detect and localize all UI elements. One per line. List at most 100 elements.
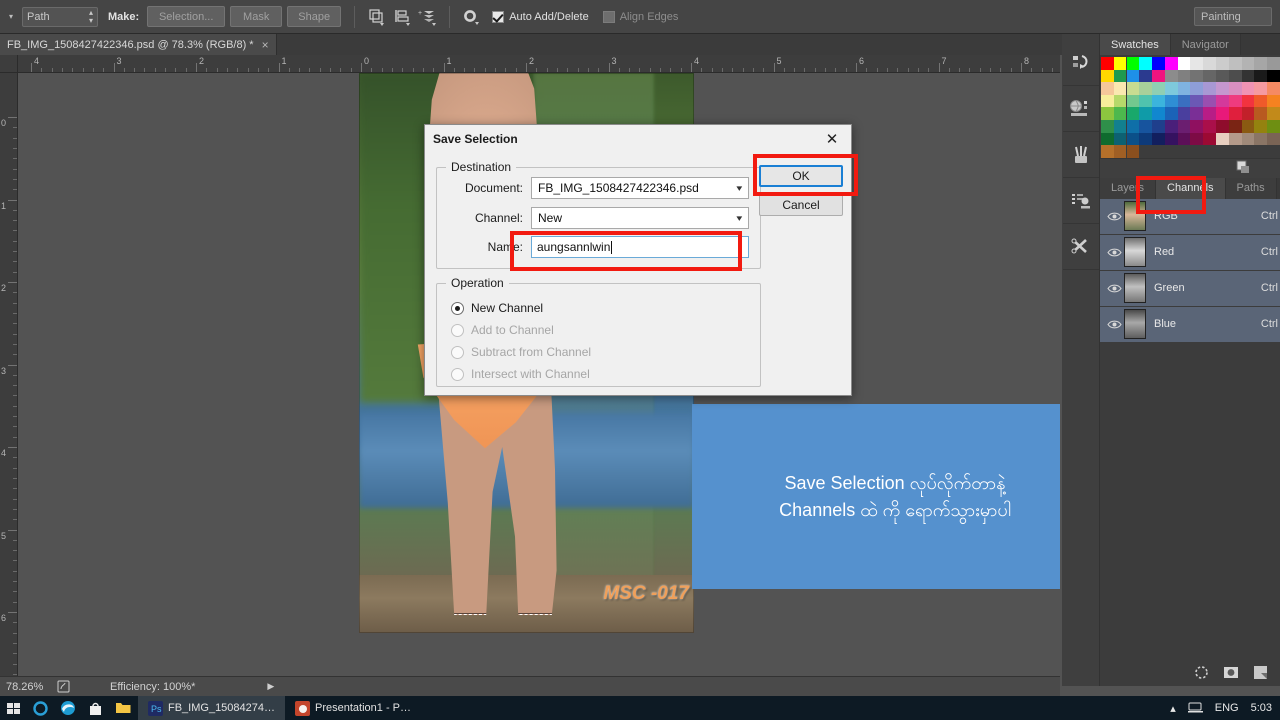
- channel-row[interactable]: RGB Ctrl: [1100, 198, 1280, 235]
- color-swatch[interactable]: [1241, 69, 1255, 83]
- color-swatch[interactable]: [1254, 145, 1268, 158]
- color-swatch[interactable]: [1267, 57, 1280, 70]
- path-alignment-icon[interactable]: [389, 5, 415, 29]
- color-swatch[interactable]: [1152, 107, 1165, 120]
- color-swatch[interactable]: [1101, 107, 1114, 120]
- eye-icon[interactable]: [1104, 283, 1124, 294]
- path-operations-icon[interactable]: [363, 5, 389, 29]
- 3d-icon[interactable]: [1062, 86, 1099, 132]
- path-mode-select[interactable]: Path ▴ ▾: [22, 6, 98, 27]
- color-swatch[interactable]: [1267, 82, 1280, 95]
- color-swatch[interactable]: [1139, 145, 1153, 158]
- store-icon[interactable]: [82, 696, 109, 720]
- color-swatch[interactable]: [1203, 82, 1216, 95]
- color-swatch[interactable]: [1190, 94, 1204, 108]
- new-swatch-icon[interactable]: [1236, 160, 1250, 177]
- color-swatch[interactable]: [1164, 107, 1178, 120]
- tray-chevron-icon[interactable]: ▴: [1170, 702, 1176, 715]
- save-selection-as-channel-icon[interactable]: [1223, 665, 1239, 683]
- color-swatch[interactable]: [1254, 57, 1268, 70]
- color-swatch[interactable]: [1101, 94, 1114, 108]
- close-icon[interactable]: ×: [262, 38, 269, 52]
- color-swatch[interactable]: [1203, 57, 1216, 70]
- color-swatch[interactable]: [1241, 132, 1255, 146]
- network-icon[interactable]: [1187, 701, 1203, 716]
- color-swatch[interactable]: [1152, 82, 1165, 95]
- channel-select[interactable]: New ▾: [531, 207, 749, 229]
- color-swatch[interactable]: [1139, 132, 1153, 146]
- tab-navigator[interactable]: Navigator: [1170, 34, 1241, 55]
- status-expand-icon[interactable]: ▶: [267, 681, 274, 692]
- color-swatch[interactable]: [1190, 132, 1204, 146]
- swatches-grid[interactable]: [1100, 55, 1280, 158]
- path-arrangement-icon[interactable]: +: [415, 5, 441, 29]
- color-swatch[interactable]: [1216, 119, 1229, 133]
- color-swatch[interactable]: [1203, 94, 1216, 108]
- brush-presets-icon[interactable]: [1062, 132, 1099, 178]
- color-swatch[interactable]: [1216, 82, 1229, 95]
- color-swatch[interactable]: [1241, 119, 1255, 133]
- color-swatch[interactable]: [1177, 132, 1191, 146]
- color-swatch[interactable]: [1113, 119, 1127, 133]
- document-tab[interactable]: FB_IMG_1508427422346.psd @ 78.3% (RGB/8)…: [0, 34, 277, 55]
- color-swatch[interactable]: [1190, 119, 1204, 133]
- color-swatch[interactable]: [1267, 107, 1280, 120]
- color-swatch[interactable]: [1216, 94, 1229, 108]
- document-select[interactable]: FB_IMG_1508427422346.psd ▾: [531, 177, 749, 199]
- color-swatch[interactable]: [1203, 145, 1216, 158]
- radio-new-channel[interactable]: New Channel: [451, 301, 591, 315]
- color-swatch[interactable]: [1203, 107, 1216, 120]
- color-swatch[interactable]: [1254, 107, 1268, 120]
- color-swatch[interactable]: [1228, 107, 1242, 120]
- color-swatch[interactable]: [1254, 94, 1268, 108]
- file-explorer-icon[interactable]: [109, 696, 138, 720]
- color-swatch[interactable]: [1228, 132, 1242, 146]
- color-swatch[interactable]: [1228, 57, 1242, 70]
- eye-icon[interactable]: [1104, 247, 1124, 258]
- color-swatch[interactable]: [1152, 94, 1165, 108]
- color-swatch[interactable]: [1177, 107, 1191, 120]
- taskbar-app-powerpoint[interactable]: Presentation1 - P…: [285, 696, 421, 720]
- color-swatch[interactable]: [1113, 69, 1127, 83]
- ok-button[interactable]: OK: [759, 165, 843, 187]
- color-swatch[interactable]: [1177, 94, 1191, 108]
- color-swatch[interactable]: [1139, 119, 1153, 133]
- color-swatch[interactable]: [1241, 107, 1255, 120]
- color-swatch[interactable]: [1216, 145, 1229, 158]
- color-swatch[interactable]: [1152, 145, 1165, 158]
- color-swatch[interactable]: [1254, 69, 1268, 83]
- gear-icon[interactable]: [458, 5, 484, 29]
- color-swatch[interactable]: [1126, 82, 1140, 95]
- color-swatch[interactable]: [1101, 69, 1114, 83]
- color-swatch[interactable]: [1113, 94, 1127, 108]
- close-icon[interactable]: ✕: [819, 132, 845, 147]
- channel-row[interactable]: Red Ctrl: [1100, 234, 1280, 271]
- edge-icon[interactable]: [54, 696, 82, 720]
- make-shape-button[interactable]: Shape: [287, 6, 342, 27]
- color-swatch[interactable]: [1139, 57, 1153, 70]
- color-swatch[interactable]: [1177, 145, 1191, 158]
- make-mask-button[interactable]: Mask: [230, 6, 283, 27]
- color-swatch[interactable]: [1113, 107, 1127, 120]
- color-swatch[interactable]: [1216, 132, 1229, 146]
- color-swatch[interactable]: [1164, 57, 1178, 70]
- align-edges-checkbox[interactable]: Align Edges: [602, 10, 678, 23]
- color-swatch[interactable]: [1228, 69, 1242, 83]
- color-swatch[interactable]: [1113, 132, 1127, 146]
- color-swatch[interactable]: [1164, 119, 1178, 133]
- color-swatch[interactable]: [1190, 57, 1204, 70]
- color-swatch[interactable]: [1228, 82, 1242, 95]
- color-swatch[interactable]: [1190, 69, 1204, 83]
- vertical-ruler[interactable]: 01234567: [0, 55, 18, 676]
- color-swatch[interactable]: [1126, 119, 1140, 133]
- color-swatch[interactable]: [1126, 57, 1140, 70]
- color-swatch[interactable]: [1164, 145, 1178, 158]
- color-swatch[interactable]: [1139, 69, 1153, 83]
- color-swatch[interactable]: [1113, 145, 1127, 158]
- color-swatch[interactable]: [1241, 82, 1255, 95]
- horizontal-ruler[interactable]: 4 3 2 1 0 1 2 3 4 5 6 7 8: [18, 55, 1060, 73]
- color-swatch[interactable]: [1152, 132, 1165, 146]
- create-new-channel-icon[interactable]: [1253, 665, 1268, 683]
- language-indicator[interactable]: ENG: [1215, 702, 1239, 714]
- tab-channels[interactable]: Channels: [1156, 177, 1226, 199]
